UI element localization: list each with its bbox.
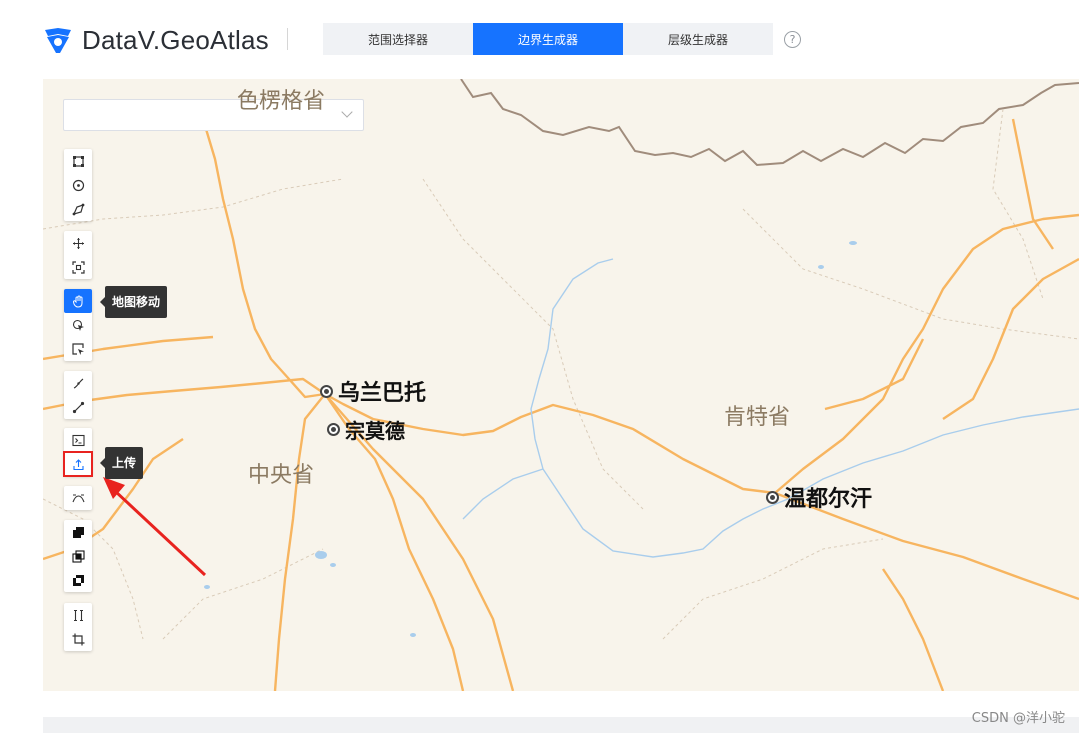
tooltip-upload: 上传	[99, 447, 144, 479]
line-draw-icon[interactable]	[64, 371, 92, 395]
generator-tabs: 范围选择器 边界生成器 层级生成器	[323, 23, 773, 55]
logo[interactable]: DataV.GeoAtlas	[42, 22, 269, 58]
map-base-layer	[43, 79, 1079, 691]
brand-name: DataV.GeoAtlas	[82, 24, 269, 55]
segment-icon[interactable]	[64, 395, 92, 419]
box-select-icon[interactable]	[64, 337, 92, 361]
toolbar-curve-group	[64, 486, 92, 510]
country-border	[460, 79, 1079, 167]
bottom-panel	[43, 717, 1079, 733]
hand-pan-icon[interactable]	[64, 289, 92, 313]
difference-icon[interactable]	[64, 568, 92, 592]
city-marker-icon	[320, 384, 333, 398]
toolbar-select-group	[64, 149, 92, 221]
intersect-icon[interactable]	[64, 544, 92, 568]
map-canvas[interactable]: 色楞格省 乌兰巴托 宗莫德 温都尔汗 肯特省 中央省 地图移动 上传	[43, 79, 1079, 691]
toolbar-draw-group	[64, 371, 92, 419]
city-label-undurkhaan: 温都尔汗	[766, 481, 872, 513]
tab-range-selector[interactable]: 范围选择器	[323, 23, 473, 55]
toolbar-edit-group	[64, 603, 92, 651]
city-label-ulaanbaatar: 乌兰巴托	[320, 375, 426, 407]
curve-icon[interactable]	[64, 486, 92, 510]
city-label-zuunmod: 宗莫德	[327, 415, 405, 444]
city-marker-icon	[327, 423, 340, 436]
tooltip-map-pan: 地图移动	[99, 286, 168, 318]
toolbar-interaction-group	[64, 289, 92, 361]
crop-icon[interactable]	[64, 627, 92, 651]
toolbar-io-group	[63, 428, 93, 477]
annotation-arrow	[103, 477, 207, 577]
tab-boundary-generator[interactable]: 边界生成器	[473, 23, 623, 55]
fit-view-icon[interactable]	[64, 255, 92, 279]
circle-select-icon[interactable]	[64, 173, 92, 197]
chevron-down-icon	[341, 106, 353, 118]
help-icon[interactable]: ?	[784, 31, 801, 48]
city-marker-icon	[766, 490, 779, 504]
toolbar-boolean-group	[64, 520, 92, 592]
datav-logo-icon	[45, 28, 71, 53]
province-boundaries	[43, 108, 1079, 640]
point-select-icon[interactable]	[64, 313, 92, 337]
terminal-icon[interactable]	[64, 428, 92, 452]
tab-level-generator[interactable]: 层级生成器	[623, 23, 773, 55]
province-label-tov: 中央省	[248, 463, 315, 488]
rectangle-select-icon[interactable]	[64, 149, 92, 173]
province-label-selenge: 色楞格省	[237, 89, 326, 114]
polygon-select-icon[interactable]	[64, 197, 92, 221]
split-icon[interactable]	[64, 603, 92, 627]
watermark: CSDN @洋小驼	[971, 711, 1065, 726]
road-network	[43, 118, 1079, 691]
province-label-khentii: 肯特省	[724, 405, 791, 430]
header-divider	[287, 28, 288, 50]
upload-icon[interactable]	[63, 451, 93, 477]
union-icon[interactable]	[64, 520, 92, 544]
move-icon[interactable]	[64, 231, 92, 255]
toolbar-view-group	[64, 231, 92, 279]
